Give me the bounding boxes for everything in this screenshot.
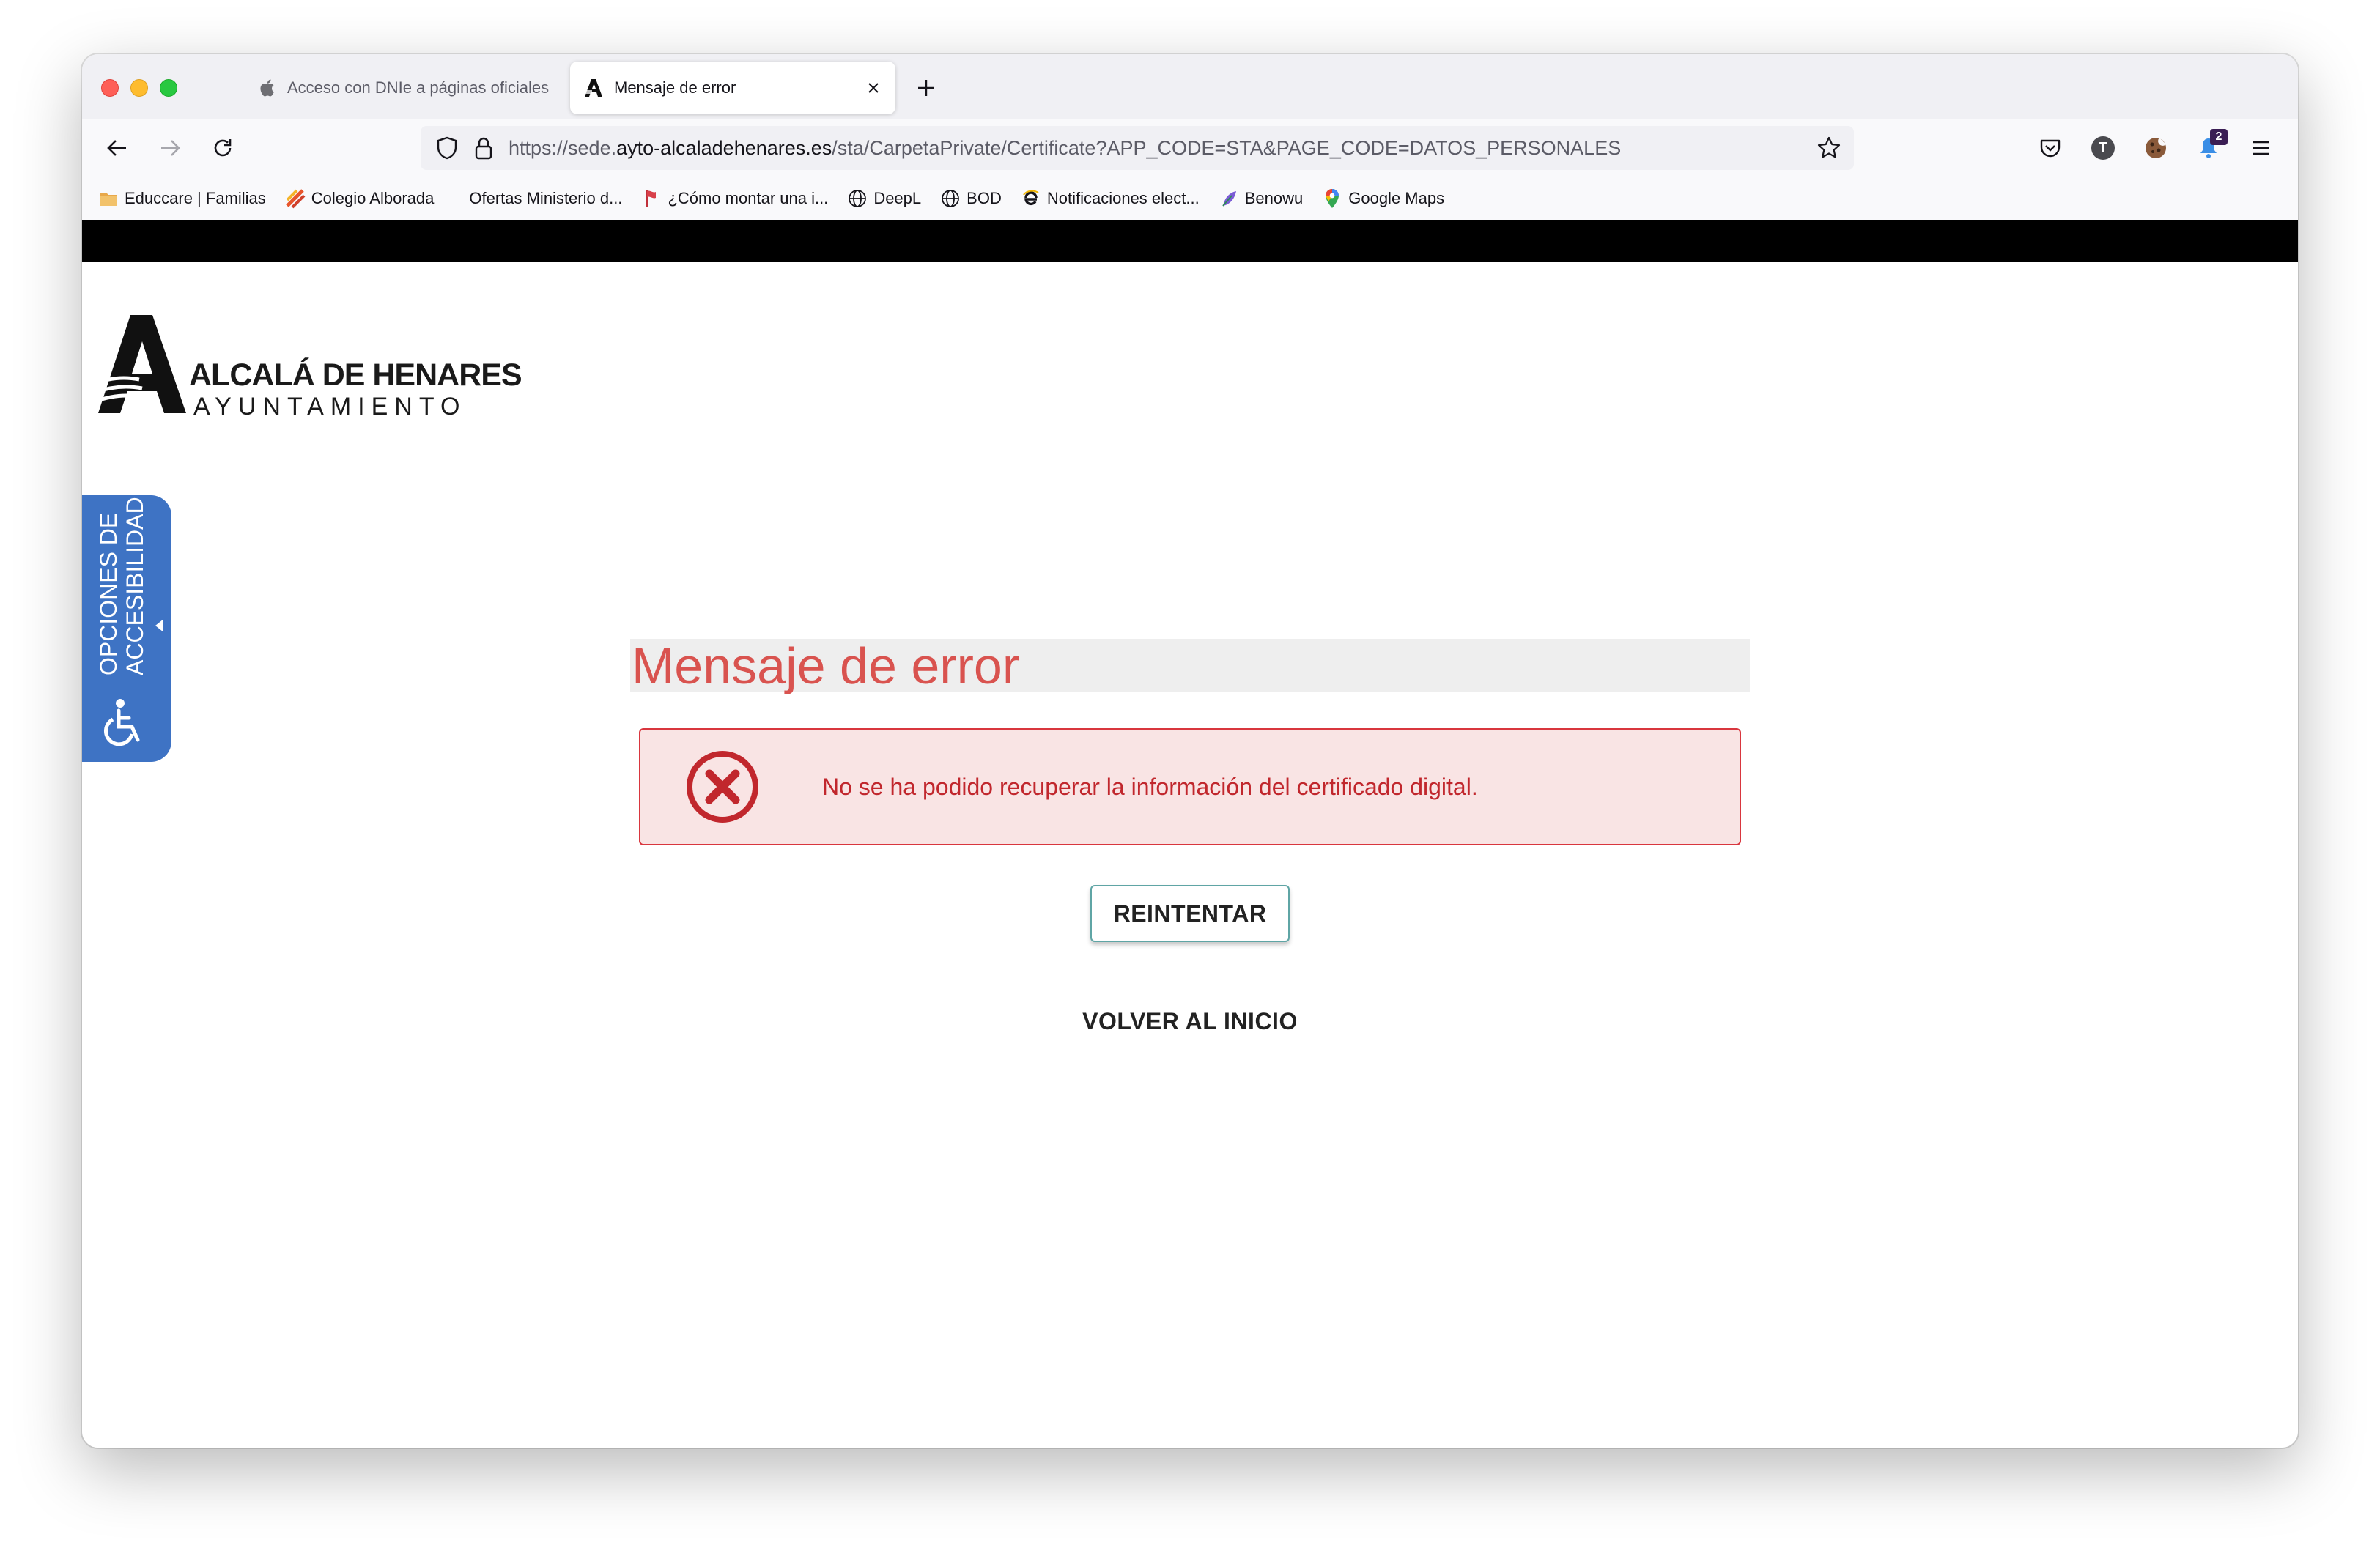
browser-window: Acceso con DNIe a páginas oficiales Mens… [82,54,2298,1448]
bookmark-educcare[interactable]: Educcare | Familias [98,188,266,209]
bookmark-label: DeepL [873,189,922,207]
bookmark-notificaciones[interactable]: Notificaciones elect... [1021,188,1200,209]
wheelchair-icon [104,699,140,746]
bookmark-label: Ofertas Ministerio d... [469,189,623,207]
arrow-left-icon [107,140,126,156]
bookmark-label: Notificaciones elect... [1046,189,1200,207]
address-bar[interactable]: https://sede.ayto-alcaladehenares.es/sta… [421,126,1854,170]
lock-icon[interactable] [469,136,498,160]
bookmark-label: ¿Cómo montar una i... [668,189,829,207]
tab-error[interactable]: Mensaje de error [570,62,895,114]
bookmarks-toolbar: Educcare | Familias Colegio Alborada Ofe… [82,177,2298,220]
back-to-home-link[interactable]: VOLVER AL INICIO [1035,1008,1345,1040]
new-tab-button[interactable] [910,72,942,104]
hamburger-menu-icon [2253,141,2269,155]
page-title: Mensaje de error [630,639,1750,693]
close-window-button[interactable] [101,79,119,97]
bookmark-como-montar[interactable]: ¿Cómo montar una i... [641,188,828,209]
logo-subtitle: AYUNTAMIENTO [193,393,467,421]
tab-strip: Acceso con DNIe a páginas oficiales Mens… [82,54,2298,119]
zoom-window-button[interactable] [160,79,177,97]
school-icon [285,188,306,209]
tab-title: Mensaje de error [614,78,736,97]
e-icon [1021,188,1041,209]
alcala-a-logo-icon [94,315,186,413]
logo-name: ALCALÁ DE HENARES [189,357,522,393]
cookie-icon [2146,138,2166,158]
bookmark-google-maps[interactable]: Google Maps [1322,188,1444,209]
header-band [82,220,2298,262]
cookie-extension-button[interactable] [2140,132,2172,164]
ayuntamiento-favicon [583,78,604,98]
globe-icon [940,188,961,209]
url-text[interactable]: https://sede.ayto-alcaladehenares.es/sta… [509,137,1621,160]
plus-icon [918,80,934,96]
shield-icon[interactable] [432,136,462,160]
minimize-window-button[interactable] [130,79,148,97]
bookmark-benowu[interactable]: Benowu [1219,188,1304,209]
site-logo[interactable]: ALCALÁ DE HENARES AYUNTAMIENTO [94,314,522,421]
error-alert: No se ha podido recuperar la información… [639,728,1741,845]
pocket-icon [2040,139,2061,158]
menu-button[interactable] [2245,132,2277,164]
notification-badge: 2 [2210,129,2228,145]
back-button[interactable] [100,130,135,166]
accessibility-label: OPCIONES DE ACCESIBILIDAD [95,497,148,675]
bookmark-label: Colegio Alborada [311,189,435,207]
reload-button[interactable] [205,130,240,166]
pocket-button[interactable] [2034,132,2066,164]
bookmark-star-icon[interactable] [1814,133,1844,163]
globe-icon [847,188,868,209]
error-message: No se ha podido recuperar la información… [822,773,1478,800]
bookmark-label: Educcare | Familias [125,189,266,207]
retry-button[interactable]: REINTENTAR [1090,885,1290,942]
apple-icon [256,78,277,98]
folder-icon [98,188,119,209]
navigation-bar: https://sede.ayto-alcaladehenares.es/sta… [82,119,2298,177]
profile-initial: T [2098,139,2108,156]
tab-title: Acceso con DNIe a páginas oficiales [287,78,550,97]
notifications-extension-button[interactable]: 2 [2192,129,2228,164]
feather-icon [1219,188,1239,209]
flag-icon [641,188,662,209]
bookmark-label: BOD [967,189,1002,207]
forward-button[interactable] [152,130,188,166]
caret-left-icon [155,620,163,631]
error-circle-x-icon [687,751,758,823]
profile-avatar[interactable]: T [2087,132,2119,164]
close-tab-icon[interactable] [860,75,887,101]
bookmark-bod[interactable]: BOD [940,188,1002,209]
accessibility-options-tab[interactable]: OPCIONES DE ACCESIBILIDAD [82,495,171,762]
bookmark-label: Google Maps [1348,189,1445,207]
maps-pin-icon [1322,188,1342,209]
bookmark-ofertas[interactable]: Ofertas Ministerio d... [469,189,622,208]
page-content: ALCALÁ DE HENARES AYUNTAMIENTO OPCIONES … [82,220,2298,1448]
arrow-right-icon [161,140,180,156]
bookmark-deepl[interactable]: DeepL [847,188,921,209]
reload-icon [214,139,232,157]
bookmark-colegio[interactable]: Colegio Alborada [285,188,435,209]
bookmark-label: Benowu [1244,189,1304,207]
